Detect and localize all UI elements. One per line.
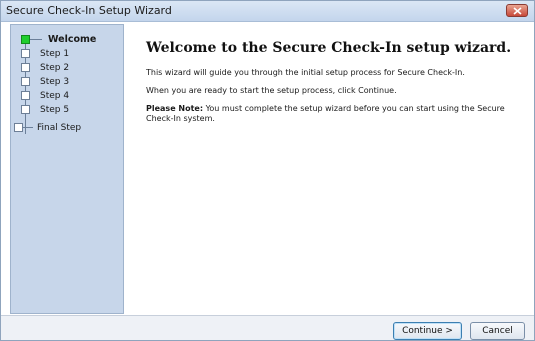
step-1: Step 1 [21, 47, 69, 60]
step-label: Step 2 [40, 62, 70, 73]
close-button[interactable] [506, 4, 528, 17]
step-label: Step 5 [40, 104, 70, 115]
continue-button[interactable]: Continue > [393, 322, 462, 340]
step-label: Final Step [37, 122, 82, 133]
tree-branch [23, 127, 33, 128]
step-indicator-icon [21, 91, 30, 100]
step-label: Step 3 [40, 76, 70, 87]
step-indicator-icon [21, 49, 30, 58]
step-5: Step 5 [21, 103, 69, 116]
title-bar[interactable]: Secure Check-In Setup Wizard [1, 1, 534, 22]
close-icon [513, 7, 522, 15]
step-label: Welcome [48, 34, 97, 45]
step-indicator-active-icon [21, 35, 30, 44]
button-bar: Continue > Cancel [1, 316, 534, 340]
step-indicator-icon [21, 105, 30, 114]
cancel-button[interactable]: Cancel [470, 322, 525, 340]
step-2: Step 2 [21, 61, 69, 74]
step-4: Step 4 [21, 89, 69, 102]
wizard-window: Secure Check-In Setup Wizard Welcome Ste… [0, 0, 535, 341]
step-indicator-icon [21, 63, 30, 72]
step-label: Step 1 [40, 48, 70, 59]
page-title: Welcome to the Secure Check-In setup wiz… [146, 40, 512, 56]
step-label: Step 4 [40, 90, 70, 101]
note-text: Please Note: You must complete the setup… [146, 104, 526, 124]
step-indicator-icon [21, 77, 30, 86]
step-welcome: Welcome [21, 33, 96, 46]
note-label: Please Note: [146, 104, 204, 113]
steps-sidebar: Welcome Step 1 Step 2 Step 3 Step 4 Step… [10, 24, 124, 314]
step-indicator-icon [14, 123, 23, 132]
intro-text: This wizard will guide you through the i… [146, 68, 465, 77]
window-title: Secure Check-In Setup Wizard [6, 4, 172, 17]
tree-branch [30, 39, 42, 40]
step-final: Final Step [14, 121, 81, 134]
instruction-text: When you are ready to start the setup pr… [146, 86, 397, 95]
step-3: Step 3 [21, 75, 69, 88]
